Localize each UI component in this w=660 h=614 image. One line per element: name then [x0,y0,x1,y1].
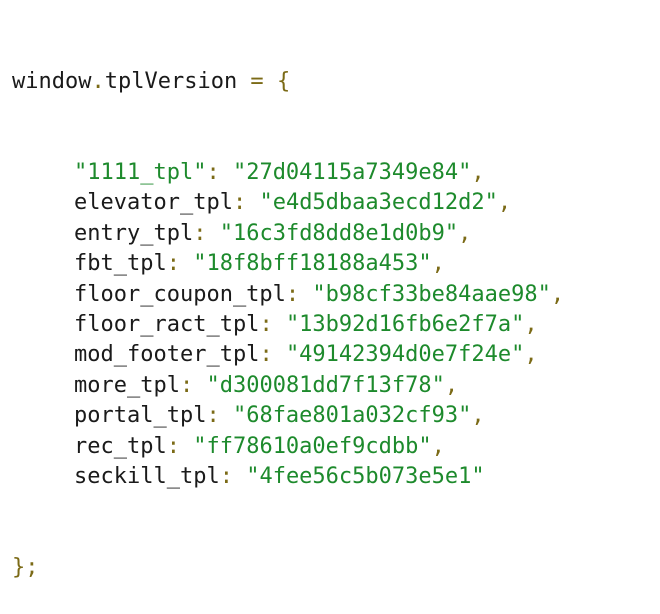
code-line-entry: rec_tpl: "ff78610a0ef9cdbb", [12,432,564,462]
comma: , [431,251,445,277]
comma: , [524,342,538,368]
colon: : [206,403,233,429]
entry-key: floor_ract_tpl [74,311,260,337]
entry-value: "ff78610a0ef9cdbb" [193,433,432,459]
comma: , [497,190,512,216]
colon: : [179,372,207,398]
comma: , [431,433,445,459]
entry-key: rec_tpl [74,433,167,459]
entry-key: portal_tpl [74,403,207,429]
entry-key: more_tpl [74,372,180,398]
entry-value: "16c3fd8dd8e1d0b9" [219,220,459,246]
colon: : [193,220,220,246]
entry-list: "1111_tpl": "27d04115a7349e84", elevator_… [12,158,564,492]
entry-key: "1111_tpl" [74,160,207,186]
code-line-entry: elevator_tpl: "e4d5dbaa3ecd12d2", [12,188,564,218]
comma: , [524,311,538,337]
code-line-entry: "1111_tpl": "27d04115a7349e84", [12,158,564,188]
close-brace: }; [12,555,39,581]
colon: : [166,251,194,277]
open-brace: { [276,68,291,94]
colon: : [259,342,286,368]
object-name: window [12,68,92,94]
code-line-close: }; [12,553,564,583]
colon: : [166,433,194,459]
code-line-entry: floor_coupon_tpl: "b98cf33be84aae98", [12,280,564,310]
code-line-entry: seckill_tpl: "4fee56c5b073e5e1" [12,462,564,492]
entry-value: "13b92d16fb6e2f7a" [285,311,525,337]
colon: : [219,463,247,489]
property-name: tplVersion [104,68,238,94]
code-line-entry: more_tpl: "d300081dd7f13f78", [12,371,564,401]
entry-value: "4fee56c5b073e5e1" [246,463,485,489]
colon: : [232,190,260,216]
entry-key: entry_tpl [74,220,194,246]
comma: , [471,403,485,429]
entry-value: "68fae801a032cf93" [232,403,472,429]
comma: , [458,220,472,246]
entry-value: "d300081dd7f13f78" [206,372,445,398]
colon: : [206,160,233,186]
assign-operator: = [237,68,277,94]
code-line-entry: fbt_tpl: "18f8bff18188a453", [12,249,564,279]
entry-key: elevator_tpl [74,190,233,216]
code-line-entry: entry_tpl: "16c3fd8dd8e1d0b9", [12,219,564,249]
entry-value: "e4d5dbaa3ecd12d2" [259,190,498,216]
code-snippet: window.tplVersion = { "1111_tpl": "27d04… [12,6,564,614]
code-line-declaration: window.tplVersion = { [12,67,564,97]
entry-value: "18f8bff18188a453" [193,251,432,277]
entry-key: floor_coupon_tpl [74,281,286,307]
code-line-entry: mod_footer_tpl: "49142394d0e7f24e", [12,340,564,370]
dot-operator: . [91,68,105,94]
entry-key: seckill_tpl [74,463,220,489]
entry-value: "49142394d0e7f24e" [285,342,525,368]
code-line-entry: portal_tpl: "68fae801a032cf93", [12,401,564,431]
comma: , [550,281,565,307]
comma: , [471,160,485,186]
entry-key: fbt_tpl [74,251,167,277]
colon: : [285,281,313,307]
entry-key: mod_footer_tpl [74,342,260,368]
comma: , [444,372,459,398]
entry-value: "27d04115a7349e84" [232,160,472,186]
colon: : [259,311,286,337]
entry-value: "b98cf33be84aae98" [312,281,551,307]
code-line-entry: floor_ract_tpl: "13b92d16fb6e2f7a", [12,310,564,340]
